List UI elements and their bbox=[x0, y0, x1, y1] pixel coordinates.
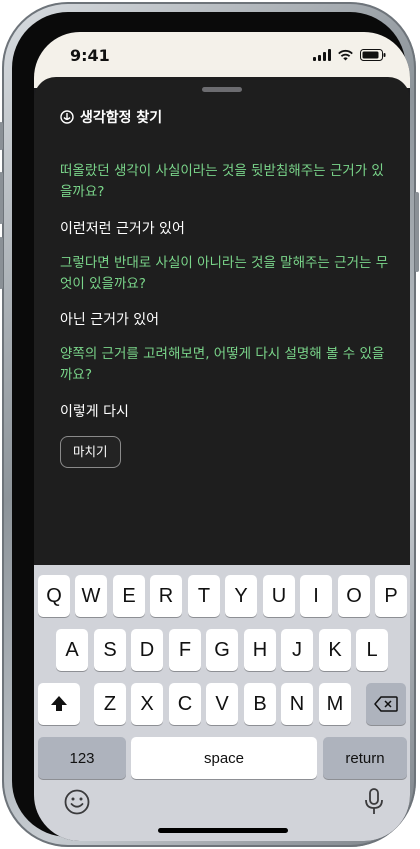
delete-key[interactable] bbox=[366, 683, 406, 725]
key-x[interactable]: X bbox=[131, 683, 163, 725]
key-b[interactable]: B bbox=[244, 683, 276, 725]
answer-1[interactable]: 이런저런 근거가 있어 bbox=[60, 218, 185, 238]
wifi-icon bbox=[338, 49, 353, 61]
space-key[interactable]: space bbox=[131, 737, 317, 779]
key-l[interactable]: L bbox=[356, 629, 388, 671]
keyboard-row-3: Z X C V B N M bbox=[34, 683, 410, 725]
key-v[interactable]: V bbox=[206, 683, 238, 725]
key-c[interactable]: C bbox=[169, 683, 201, 725]
keyboard-row-1: Q W E R T Y U I O P bbox=[34, 575, 410, 617]
key-j[interactable]: J bbox=[281, 629, 313, 671]
shift-icon bbox=[51, 696, 67, 711]
key-t[interactable]: T bbox=[188, 575, 220, 617]
signal-icon bbox=[313, 49, 331, 61]
power-button bbox=[415, 192, 419, 272]
bezel: 9:41 생각함정 찾기 떠올랐던 생각이 사실이라는 것을 뒷받침해주는 근거… bbox=[12, 12, 410, 841]
question-3: 양쪽의 근거를 고려해보면, 어떻게 다시 설명해 볼 수 있을까요? bbox=[60, 346, 385, 383]
anchor-icon bbox=[60, 110, 74, 124]
finish-button[interactable]: 마치기 bbox=[60, 436, 121, 468]
answer-2[interactable]: 아닌 근거가 있어 bbox=[60, 309, 159, 329]
key-a[interactable]: A bbox=[56, 629, 88, 671]
question-1: 떠올랐던 생각이 사실이라는 것을 뒷받침해주는 근거가 있을까요? bbox=[60, 163, 384, 200]
phone-frame: 9:41 생각함정 찾기 떠올랐던 생각이 사실이라는 것을 뒷받침해주는 근거… bbox=[0, 2, 419, 847]
sheet-header: 생각함정 찾기 bbox=[60, 107, 162, 127]
emoji-icon[interactable] bbox=[64, 789, 90, 815]
sheet-grabber[interactable] bbox=[202, 87, 242, 92]
key-g[interactable]: G bbox=[206, 629, 238, 671]
screen: 9:41 생각함정 찾기 떠올랐던 생각이 사실이라는 것을 뒷받침해주는 근거… bbox=[34, 32, 410, 841]
question-2: 그렇다면 반대로 사실이 아니라는 것을 말해주는 근거는 무엇이 있을까요? bbox=[60, 255, 389, 292]
sheet-title: 생각함정 찾기 bbox=[80, 110, 163, 126]
status-icons bbox=[313, 49, 386, 61]
backspace-icon bbox=[374, 696, 398, 712]
key-u[interactable]: U bbox=[263, 575, 295, 617]
key-o[interactable]: O bbox=[338, 575, 370, 617]
keyboard-row-2: A S D F G H J K L bbox=[34, 629, 410, 671]
microphone-icon[interactable] bbox=[364, 788, 384, 816]
key-w[interactable]: W bbox=[75, 575, 107, 617]
numbers-key[interactable]: 123 bbox=[38, 737, 126, 779]
key-i[interactable]: I bbox=[300, 575, 332, 617]
mute-switch bbox=[0, 122, 3, 150]
key-r[interactable]: R bbox=[150, 575, 182, 617]
volume-up-button bbox=[0, 172, 3, 224]
status-time: 9:41 bbox=[70, 46, 110, 65]
key-q[interactable]: Q bbox=[38, 575, 70, 617]
key-m[interactable]: M bbox=[319, 683, 351, 725]
key-f[interactable]: F bbox=[169, 629, 201, 671]
key-n[interactable]: N bbox=[281, 683, 313, 725]
key-e[interactable]: E bbox=[113, 575, 145, 617]
key-h[interactable]: H bbox=[244, 629, 276, 671]
key-z[interactable]: Z bbox=[94, 683, 126, 725]
return-key[interactable]: return bbox=[323, 737, 407, 779]
shift-key[interactable] bbox=[38, 683, 80, 725]
volume-down-button bbox=[0, 237, 3, 289]
answer-3[interactable]: 이렇게 다시 bbox=[60, 401, 129, 421]
keyboard-row-4: 123 space return bbox=[34, 737, 410, 779]
keyboard: Q W E R T Y U I O P A S D F G H J K L Z … bbox=[34, 565, 410, 841]
home-indicator bbox=[158, 828, 288, 833]
key-k[interactable]: K bbox=[319, 629, 351, 671]
key-p[interactable]: P bbox=[375, 575, 407, 617]
key-s[interactable]: S bbox=[94, 629, 126, 671]
key-d[interactable]: D bbox=[131, 629, 163, 671]
key-y[interactable]: Y bbox=[225, 575, 257, 617]
battery-icon bbox=[360, 49, 386, 61]
thought-trap-sheet: 생각함정 찾기 떠올랐던 생각이 사실이라는 것을 뒷받침해주는 근거가 있을까… bbox=[34, 77, 410, 597]
